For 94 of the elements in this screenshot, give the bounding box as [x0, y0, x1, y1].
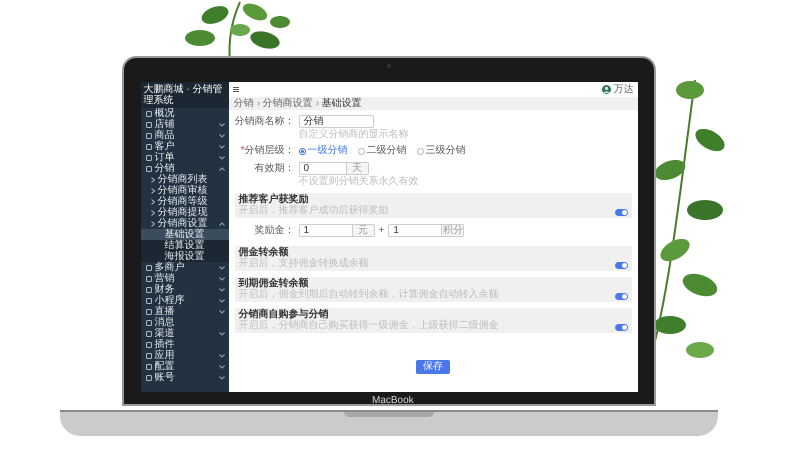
chevron-icon [218, 332, 224, 336]
menu-item[interactable]: 基础设置 [140, 229, 228, 240]
text-field[interactable]: 分销 [298, 115, 374, 128]
chevron-icon [218, 134, 224, 138]
toggle-switch[interactable] [614, 293, 628, 300]
square-icon [146, 122, 152, 128]
menu-item[interactable]: 渠道 [140, 328, 228, 339]
chevron-icon [218, 310, 224, 314]
chevron-icon [218, 364, 224, 368]
square-icon [146, 166, 152, 172]
square-icon [146, 320, 152, 326]
chevron-icon [218, 288, 224, 292]
separator-icon [256, 101, 260, 106]
breadcrumb-link[interactable]: 基础设置 [322, 98, 362, 108]
setting-title: 推荐客户获奖励 [238, 195, 309, 205]
menu-item[interactable]: 客户 [140, 141, 228, 152]
avatar-icon [602, 85, 610, 94]
square-icon [146, 342, 152, 348]
brand-label: MacBook [372, 396, 414, 406]
square-icon [146, 352, 152, 358]
menu-item[interactable]: 小程序 [140, 295, 228, 306]
radio-label: 一级分销 [308, 146, 348, 156]
radio-button[interactable] [416, 148, 424, 154]
square-icon [146, 264, 152, 270]
menu-item[interactable]: 分销 [140, 163, 228, 174]
radio-button[interactable] [298, 148, 306, 154]
menu-item[interactable]: 商品 [140, 130, 228, 141]
save-button[interactable]: 保存 [416, 360, 450, 374]
breadcrumb-link[interactable]: 分销 [234, 98, 254, 108]
chevron-icon [218, 298, 224, 302]
chevron-icon [218, 122, 224, 126]
square-icon [146, 276, 152, 282]
toggle-switch[interactable] [614, 262, 628, 269]
menu-item[interactable]: 分销商列表 [140, 174, 228, 185]
menu-item[interactable]: 分销商等级 [140, 196, 228, 207]
menu-item[interactable]: 分销商设置 [140, 218, 228, 229]
sidebar-title: 大鹏商城 · 分销管理系统 [140, 82, 228, 108]
menu-item[interactable]: 结算设置 [140, 240, 228, 251]
menu-item[interactable]: 海报设置 [140, 251, 228, 262]
square-icon [146, 132, 152, 138]
square-icon [146, 308, 152, 314]
square-icon [146, 154, 152, 160]
menu-item[interactable]: 多商户 [140, 262, 228, 273]
menu-item[interactable]: 直播 [140, 306, 228, 317]
breadcrumb-link[interactable]: 分销商设置 [262, 98, 312, 108]
menu-item[interactable]: 订单 [140, 152, 228, 163]
field-label: 有效期： [254, 164, 294, 174]
menu-item[interactable]: 营销 [140, 273, 228, 284]
input-field[interactable]: 1 积分 [388, 224, 464, 237]
field-label: 分销商名称： [234, 116, 294, 126]
menu-item[interactable]: 配置 [140, 361, 228, 372]
field-label: *分销层级： [240, 146, 294, 156]
square-icon [146, 364, 152, 370]
toggle-switch[interactable] [614, 209, 628, 216]
square-icon [146, 110, 152, 116]
menu-item[interactable]: 财务 [140, 284, 228, 295]
hint-text: 不设置则分销关系永久有效 [298, 177, 420, 187]
menu-item[interactable]: 分销商提现 [140, 207, 228, 218]
chevron-icon [218, 144, 224, 148]
setting-title: 佣金转余额 [238, 248, 288, 258]
menu-item[interactable]: 分销商审核 [140, 185, 228, 196]
radio-button[interactable] [358, 148, 364, 154]
menu-item[interactable]: 插件 [140, 339, 228, 350]
square-icon [146, 374, 152, 380]
separator-icon [316, 101, 318, 106]
menu-item[interactable]: 应用 [140, 350, 228, 361]
required-mark: * [240, 145, 244, 156]
chevron-icon [218, 276, 224, 280]
hint-text: 自定义分销商的显示名称 [298, 130, 410, 140]
menu-item[interactable]: 消息 [140, 317, 228, 328]
plus-sign: + [378, 226, 384, 236]
menu-item[interactable]: 店铺 [140, 119, 228, 130]
radio-label: 三级分销 [426, 146, 466, 156]
menu-item[interactable]: 账号 [140, 372, 228, 383]
square-icon [146, 144, 152, 150]
radio-label: 二级分销 [366, 146, 406, 156]
square-icon [146, 330, 152, 336]
menu-item[interactable]: 概况 [140, 108, 228, 119]
chevron-icon [218, 354, 224, 358]
toggle-switch[interactable] [614, 324, 628, 331]
user-name[interactable]: 万达 [614, 84, 634, 94]
setting-title: 分销商自购参与分销 [238, 310, 330, 320]
field-label: 奖励金： [254, 226, 294, 236]
input-field[interactable]: 1 元 [298, 224, 374, 237]
input-field[interactable]: 0 天 [298, 162, 368, 175]
chevron-icon [218, 156, 224, 160]
chevron-icon [218, 266, 224, 270]
menu-icon[interactable] [232, 87, 238, 92]
chevron-icon [218, 376, 224, 380]
setting-title: 到期佣金转余额 [238, 279, 308, 289]
square-icon [146, 286, 152, 292]
chevron-icon [218, 166, 224, 170]
square-icon [146, 298, 152, 304]
chevron-icon [218, 222, 224, 226]
